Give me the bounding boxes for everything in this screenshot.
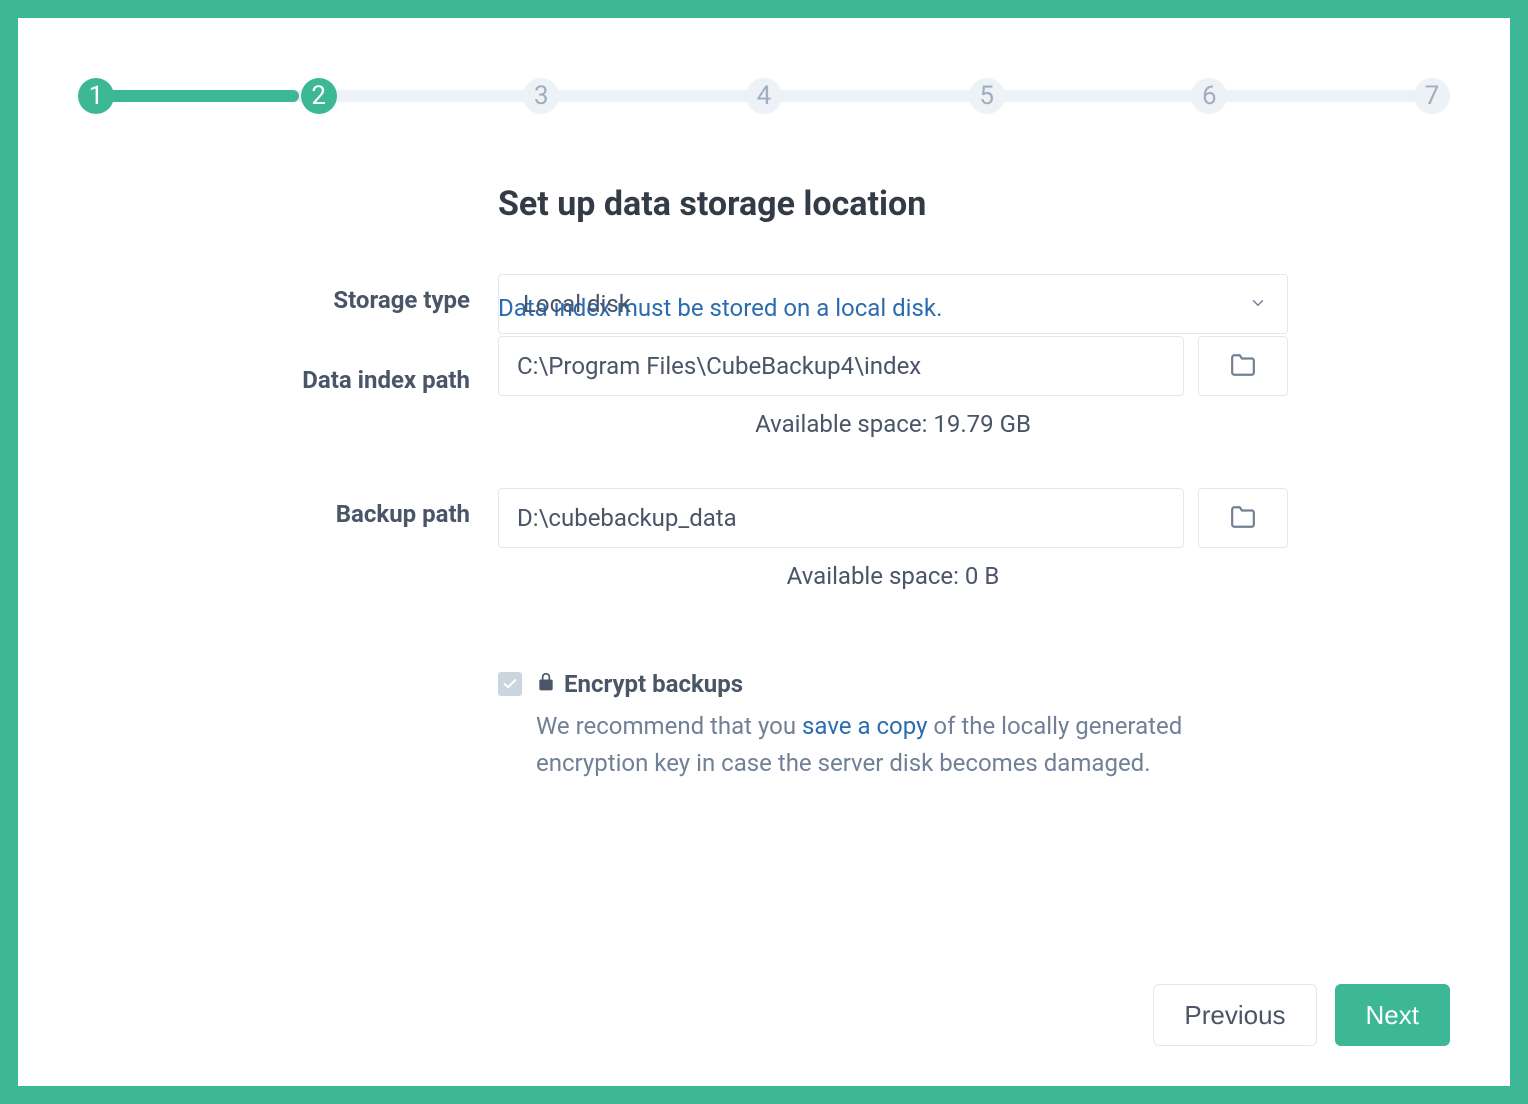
backup-path-row: Backup path Available space: 0 B xyxy=(78,488,1450,620)
step-progress: 1 2 3 4 5 6 7 xyxy=(78,78,1450,114)
encrypt-recommendation: We recommend that you save a copy of the… xyxy=(536,708,1288,782)
step-1[interactable]: 1 xyxy=(78,78,114,114)
data-index-input[interactable] xyxy=(498,336,1184,396)
step-3: 3 xyxy=(523,78,559,114)
backup-path-available: Available space: 0 B xyxy=(498,562,1288,590)
data-index-label: Data index path xyxy=(78,354,498,394)
previous-button[interactable]: Previous xyxy=(1153,984,1316,1046)
encrypt-label: Encrypt backups xyxy=(536,670,743,698)
setup-wizard-card: 1 2 3 4 5 6 7 Set up data storage locati… xyxy=(18,18,1510,1086)
encrypt-row: Encrypt backups We recommend that you sa… xyxy=(78,640,1450,782)
storage-type-value: Local disk xyxy=(523,290,631,318)
step-6: 6 xyxy=(1191,78,1227,114)
backup-path-browse-button[interactable] xyxy=(1198,488,1288,548)
step-7: 7 xyxy=(1414,78,1450,114)
storage-type-select[interactable]: Local disk xyxy=(498,274,1288,334)
chevron-down-icon xyxy=(1249,290,1267,318)
storage-type-row: Storage type Local disk xyxy=(78,274,1450,334)
storage-form: Storage type Local disk Data index path … xyxy=(78,274,1450,944)
storage-type-label: Storage type xyxy=(78,274,498,314)
save-copy-link[interactable]: save a copy xyxy=(802,712,927,740)
step-4: 4 xyxy=(746,78,782,114)
folder-icon xyxy=(1230,352,1256,381)
backup-path-label: Backup path xyxy=(78,488,498,528)
next-button[interactable]: Next xyxy=(1335,984,1450,1046)
folder-icon xyxy=(1230,504,1256,533)
step-2[interactable]: 2 xyxy=(301,78,337,114)
backup-path-input[interactable] xyxy=(498,488,1184,548)
page-title: Set up data storage location xyxy=(498,184,1450,224)
data-index-available: Available space: 19.79 GB xyxy=(498,410,1288,438)
step-5: 5 xyxy=(969,78,1005,114)
lock-icon xyxy=(536,670,556,698)
wizard-footer: Previous Next xyxy=(78,944,1450,1046)
data-index-row: Data index path Data index must be store… xyxy=(78,354,1450,468)
check-icon xyxy=(502,676,518,692)
encrypt-checkbox[interactable] xyxy=(498,672,522,696)
data-index-browse-button[interactable] xyxy=(1198,336,1288,396)
